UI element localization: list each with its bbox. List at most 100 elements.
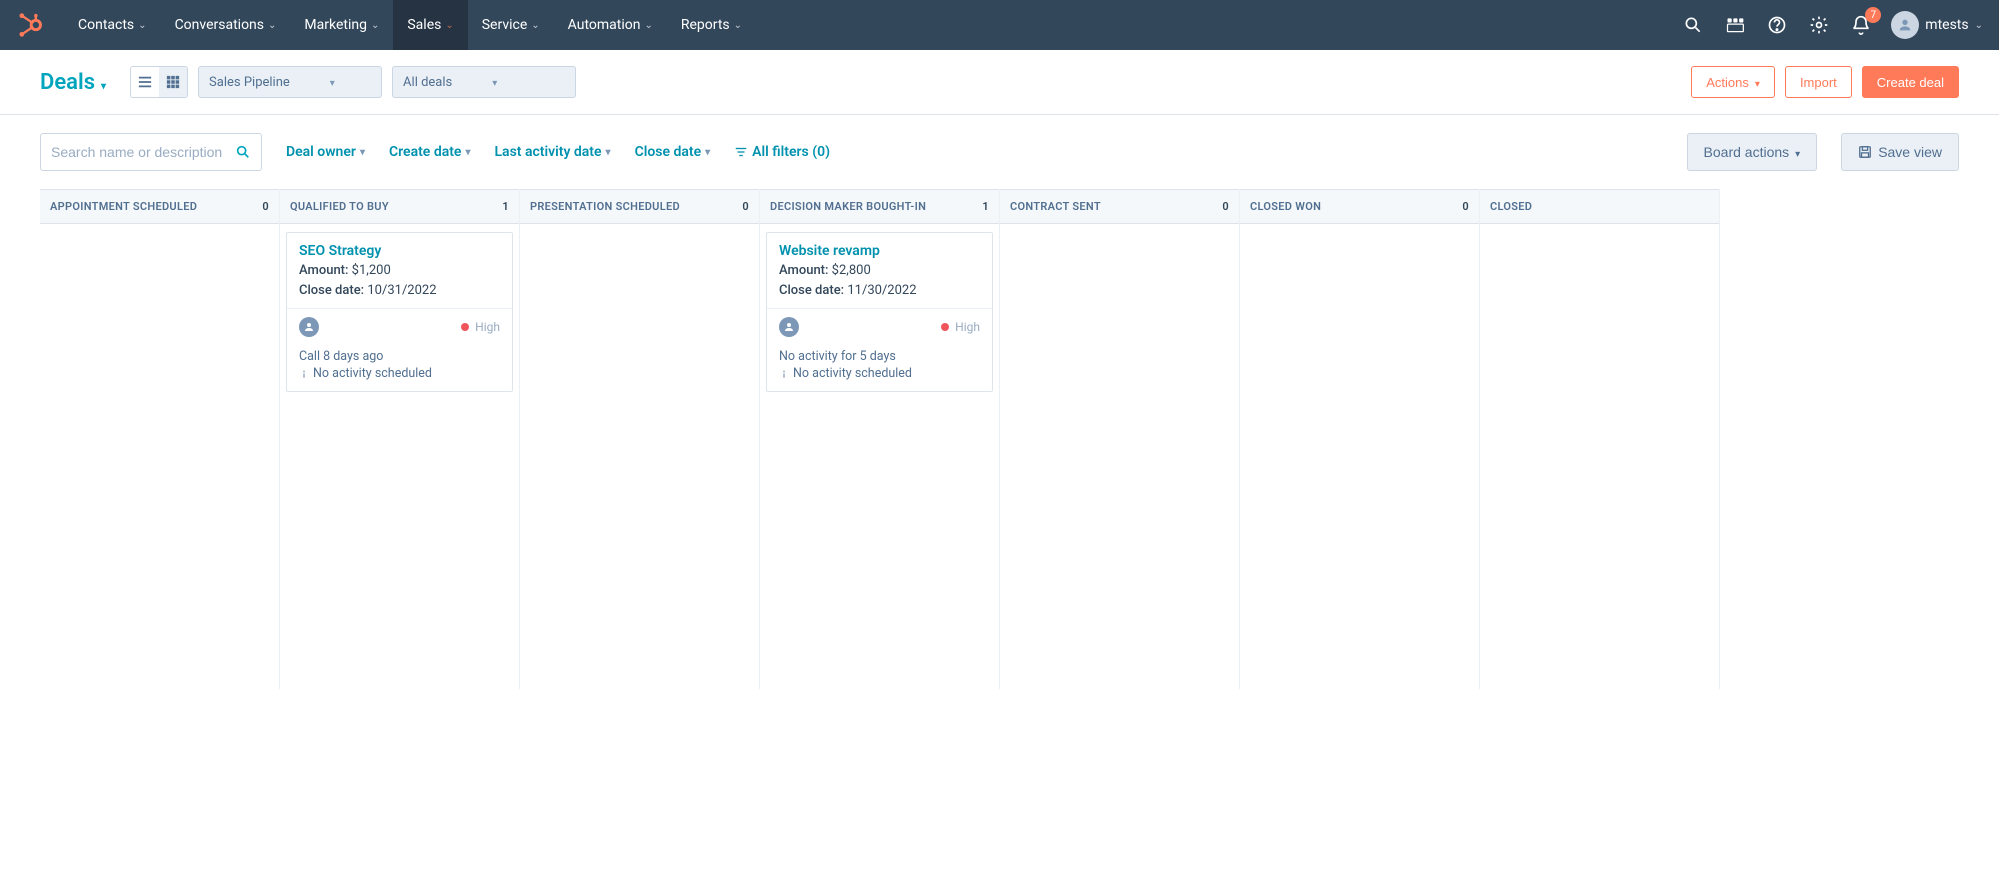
page-title-dropdown[interactable]: Deals bbox=[40, 70, 106, 95]
caret-down-icon bbox=[101, 70, 106, 95]
warning-icon bbox=[299, 369, 309, 379]
priority-dot-icon bbox=[461, 323, 469, 331]
top-nav: Contacts⌄ Conversations⌄ Marketing⌄ Sale… bbox=[0, 0, 1999, 50]
board-column: QUALIFIED TO BUY 1 SEO Strategy Amount: $1,… bbox=[280, 189, 520, 689]
filter-close-date[interactable]: Close date bbox=[635, 144, 711, 160]
board-column: CLOSED bbox=[1480, 189, 1720, 689]
board-column: CONTRACT SENT 0 bbox=[1000, 189, 1240, 689]
filter-create-date[interactable]: Create date bbox=[389, 144, 471, 160]
priority-badge: High bbox=[461, 320, 500, 334]
caret-down-icon bbox=[1755, 75, 1760, 90]
view-filter-dropdown[interactable]: All deals bbox=[392, 66, 576, 98]
help-icon[interactable] bbox=[1765, 13, 1789, 37]
nav-links: Contacts⌄ Conversations⌄ Marketing⌄ Sale… bbox=[64, 0, 1681, 50]
column-body[interactable] bbox=[40, 224, 279, 236]
caret-down-icon bbox=[465, 147, 470, 158]
column-header: CONTRACT SENT 0 bbox=[1000, 189, 1239, 224]
marketplace-icon[interactable] bbox=[1723, 13, 1747, 37]
column-title: DECISION MAKER BOUGHT-IN bbox=[770, 200, 926, 213]
hubspot-logo[interactable] bbox=[16, 11, 44, 39]
column-count: 1 bbox=[502, 200, 509, 213]
deal-name[interactable]: SEO Strategy bbox=[299, 243, 500, 259]
deal-close-date: Close date: 11/30/2022 bbox=[779, 281, 980, 301]
deal-close-date: Close date: 10/31/2022 bbox=[299, 281, 500, 301]
nav-automation[interactable]: Automation⌄ bbox=[554, 0, 667, 50]
column-title: CLOSED WON bbox=[1250, 200, 1321, 213]
column-header: DECISION MAKER BOUGHT-IN 1 bbox=[760, 189, 999, 224]
all-filters-button[interactable]: All filters (0) bbox=[734, 144, 830, 160]
column-body[interactable]: SEO Strategy Amount: $1,200Close date: 10… bbox=[280, 224, 519, 406]
deal-warning: No activity scheduled bbox=[299, 366, 500, 381]
user-menu[interactable]: mtests ⌄ bbox=[1891, 11, 1983, 39]
caret-down-icon bbox=[1795, 144, 1800, 160]
notifications-icon[interactable]: 7 bbox=[1849, 13, 1873, 37]
deal-warning: No activity scheduled bbox=[779, 366, 980, 381]
column-body[interactable] bbox=[520, 224, 759, 236]
column-count: 0 bbox=[1462, 200, 1469, 213]
save-icon bbox=[1858, 145, 1872, 159]
column-title: PRESENTATION SCHEDULED bbox=[530, 200, 680, 213]
column-header: QUALIFIED TO BUY 1 bbox=[280, 189, 519, 224]
filter-icon bbox=[734, 145, 748, 159]
column-title: CONTRACT SENT bbox=[1010, 200, 1101, 213]
caret-down-icon bbox=[330, 75, 335, 90]
board-view-button[interactable] bbox=[159, 67, 187, 97]
board-actions-button[interactable]: Board actions bbox=[1687, 133, 1818, 171]
board-column: DECISION MAKER BOUGHT-IN 1 Website revamp A… bbox=[760, 189, 1000, 689]
search-input[interactable] bbox=[51, 144, 235, 160]
create-deal-button[interactable]: Create deal bbox=[1862, 66, 1959, 98]
caret-down-icon bbox=[705, 147, 710, 158]
board-column: PRESENTATION SCHEDULED 0 bbox=[520, 189, 760, 689]
save-view-button[interactable]: Save view bbox=[1841, 133, 1959, 171]
deals-board: APPOINTMENT SCHEDULED 0 QUALIFIED TO BUY 1 S… bbox=[0, 189, 1999, 689]
warning-icon bbox=[779, 369, 789, 379]
nav-service[interactable]: Service⌄ bbox=[468, 0, 554, 50]
deal-name[interactable]: Website revamp bbox=[779, 243, 980, 259]
nav-marketing[interactable]: Marketing⌄ bbox=[290, 0, 393, 50]
deal-amount: Amount: $1,200 bbox=[299, 261, 500, 281]
column-count: 0 bbox=[742, 200, 749, 213]
caret-down-icon bbox=[606, 147, 611, 158]
settings-icon[interactable] bbox=[1807, 13, 1831, 37]
column-count: 0 bbox=[1222, 200, 1229, 213]
nav-sales[interactable]: Sales⌄ bbox=[393, 0, 467, 50]
column-title: QUALIFIED TO BUY bbox=[290, 200, 389, 213]
list-view-button[interactable] bbox=[131, 67, 159, 97]
deal-activity: No activity for 5 days bbox=[779, 349, 980, 364]
column-body[interactable] bbox=[1240, 224, 1479, 236]
caret-down-icon bbox=[360, 147, 365, 158]
filter-last-activity[interactable]: Last activity date bbox=[494, 144, 610, 160]
column-header: CLOSED bbox=[1480, 189, 1719, 224]
search-icon bbox=[235, 144, 251, 160]
notification-badge: 7 bbox=[1865, 7, 1881, 23]
deal-amount: Amount: $2,800 bbox=[779, 261, 980, 281]
deal-card[interactable]: Website revamp Amount: $2,800Close date: … bbox=[766, 232, 993, 392]
nav-conversations[interactable]: Conversations⌄ bbox=[161, 0, 291, 50]
contact-icon bbox=[779, 317, 799, 337]
import-button[interactable]: Import bbox=[1785, 66, 1852, 98]
nav-contacts[interactable]: Contacts⌄ bbox=[64, 0, 161, 50]
search-box[interactable] bbox=[40, 133, 262, 171]
nav-right: 7 mtests ⌄ bbox=[1681, 11, 1983, 39]
column-body[interactable]: Website revamp Amount: $2,800Close date: … bbox=[760, 224, 999, 406]
column-body[interactable] bbox=[1480, 224, 1719, 236]
column-body[interactable] bbox=[1000, 224, 1239, 236]
priority-dot-icon bbox=[941, 323, 949, 331]
column-count: 1 bbox=[982, 200, 989, 213]
deal-card[interactable]: SEO Strategy Amount: $1,200Close date: 10… bbox=[286, 232, 513, 392]
column-title: APPOINTMENT SCHEDULED bbox=[50, 200, 197, 213]
nav-reports[interactable]: Reports⌄ bbox=[667, 0, 756, 50]
column-header: CLOSED WON 0 bbox=[1240, 189, 1479, 224]
caret-down-icon bbox=[492, 75, 497, 90]
pipeline-dropdown[interactable]: Sales Pipeline bbox=[198, 66, 382, 98]
search-icon[interactable] bbox=[1681, 13, 1705, 37]
deal-activity: Call 8 days ago bbox=[299, 349, 500, 364]
username: mtests bbox=[1925, 17, 1968, 33]
view-toggle bbox=[130, 66, 188, 98]
board-column: CLOSED WON 0 bbox=[1240, 189, 1480, 689]
column-count: 0 bbox=[262, 200, 269, 213]
toolbar: Deals Sales Pipeline All deals Actions I… bbox=[0, 50, 1999, 115]
filter-deal-owner[interactable]: Deal owner bbox=[286, 144, 365, 160]
actions-button[interactable]: Actions bbox=[1691, 66, 1775, 98]
avatar-icon bbox=[1891, 11, 1919, 39]
